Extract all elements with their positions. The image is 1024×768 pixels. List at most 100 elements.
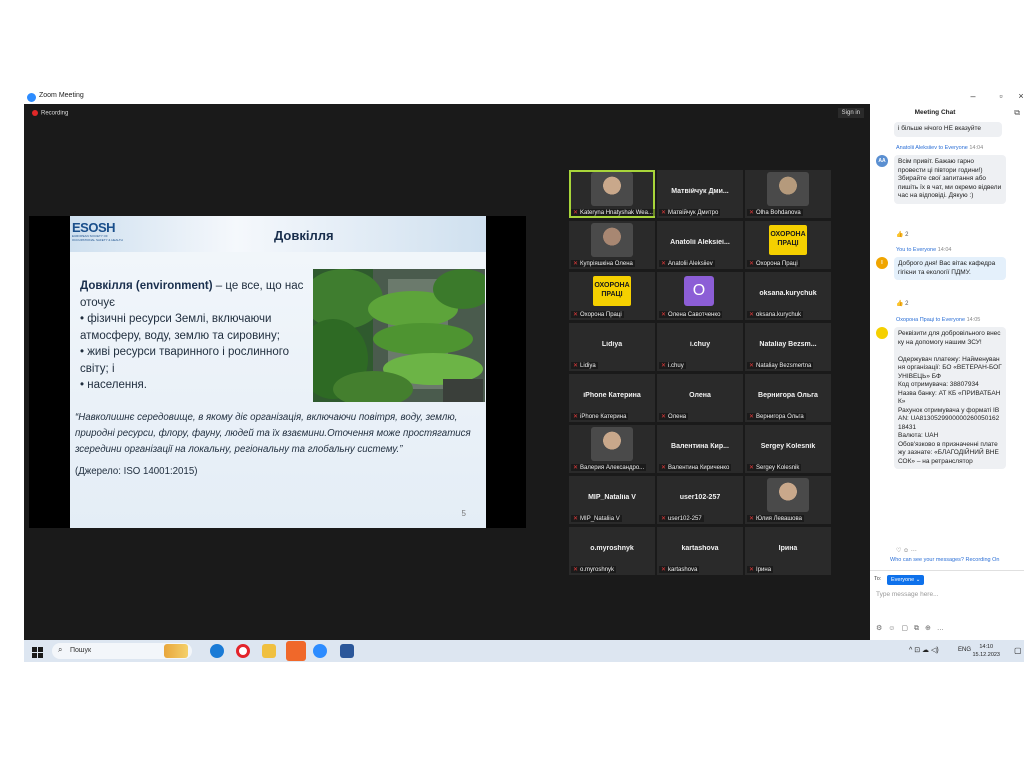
- reaction-count[interactable]: 👍 2: [896, 231, 908, 238]
- recipient-select[interactable]: Everyone ⌄: [887, 575, 925, 585]
- participant-avatar: O: [684, 276, 714, 306]
- participant-name: kartashova: [681, 545, 719, 552]
- maximize-icon[interactable]: ▫: [994, 91, 1008, 101]
- recording-indicator[interactable]: Recording: [32, 110, 68, 117]
- participant-name: user102-257: [679, 494, 721, 501]
- participant-tile[interactable]: i.chuy ✕ i.chuy: [657, 323, 743, 371]
- ohorona-avatar-icon: [876, 327, 888, 339]
- participant-tile[interactable]: Nataliay Bezsm... ✕ Nataliay Bezsmertna: [745, 323, 831, 371]
- participant-name: Вернигора Ольга: [758, 392, 818, 399]
- popout-icon[interactable]: ⧉: [1014, 108, 1020, 118]
- chat-message: Доброго дня! Вас вітає кафедра гігієни т…: [894, 257, 1006, 280]
- participant-label: ✕ i.chuy: [659, 362, 686, 369]
- message-meta: Охорона Праці to Everyone 14:05: [896, 317, 981, 323]
- participant-tile[interactable]: oksana.kurychuk ✕ oksana.kurychuk: [745, 272, 831, 320]
- reaction-count[interactable]: 👍 2: [896, 300, 908, 307]
- edge-icon[interactable]: [210, 644, 224, 658]
- word-icon[interactable]: [340, 644, 354, 658]
- mic-muted-icon: ✕: [749, 312, 755, 318]
- participant-tile[interactable]: ОХОРОНА ПРАЦІ ✕ Охорона Праці: [745, 221, 831, 269]
- opera-icon[interactable]: [236, 644, 250, 658]
- mic-muted-icon: ✕: [661, 312, 667, 318]
- participant-tile[interactable]: Anatolii Aleksiei... ✕ Anatolii Aleksiiev: [657, 221, 743, 269]
- participant-tile[interactable]: Валентина Кир... ✕ Валентина Кириченко: [657, 425, 743, 473]
- participant-tile[interactable]: Олена ✕ Олена: [657, 374, 743, 422]
- participant-label: ✕ Anatolii Aleksiiev: [659, 260, 715, 267]
- participant-label: ✕ Ірина: [747, 566, 774, 573]
- participant-label: ✕ Olha Bohdanova: [747, 209, 803, 216]
- chat-message-prev: і більше нічого НЕ вказуйте: [894, 122, 1002, 137]
- ohorona-logo: ОХОРОНА ПРАЦІ: [593, 276, 631, 306]
- participant-label: ✕ o.myroshnyk: [571, 566, 617, 573]
- participant-tile[interactable]: Матвійчук Дми... ✕ Матвійчук Дмитро: [657, 170, 743, 218]
- bullet: • населення.: [80, 379, 147, 391]
- participant-tile[interactable]: user102-257 ✕ user102-257: [657, 476, 743, 524]
- participant-name: Nataliay Bezsm...: [759, 341, 817, 348]
- participant-label: ✕ Kateryna Hnatyshak Wea...: [571, 209, 655, 216]
- message-input[interactable]: Type message here...: [876, 591, 939, 598]
- widget-icon[interactable]: [164, 644, 188, 658]
- participant-tile[interactable]: O ✕ Олена Савотченко: [657, 272, 743, 320]
- participant-tile[interactable]: Sergey Kolesnik ✕ Sergey Kolesnik: [745, 425, 831, 473]
- chrome-icon[interactable]: [286, 641, 306, 661]
- mic-muted-icon: ✕: [661, 516, 667, 522]
- participant-label: ✕ MIP_Nataliia V: [571, 515, 622, 522]
- slide-quote: “Навколишнє середовище, в якому діє орга…: [75, 412, 471, 455]
- language-indicator[interactable]: ENG: [958, 647, 971, 653]
- participant-name: o.myroshnyk: [590, 545, 634, 552]
- mic-muted-icon: ✕: [661, 261, 667, 267]
- visibility-notice[interactable]: Who can see your messages? Recording On: [890, 557, 999, 563]
- participant-tile[interactable]: Вернигора Ольга ✕ Вернигора Ольга: [745, 374, 831, 422]
- slide-page-number: 5: [461, 509, 466, 518]
- participant-tile[interactable]: ✕ Olha Bohdanova: [745, 170, 831, 218]
- close-icon[interactable]: ×: [1014, 91, 1024, 101]
- participant-label: ✕ kartashova: [659, 566, 700, 573]
- mic-muted-icon: ✕: [573, 414, 579, 420]
- participant-tile[interactable]: iPhone Катерина ✕ iPhone Катерина: [569, 374, 655, 422]
- tray-icons[interactable]: ^ ⊡ ☁ ◁): [909, 646, 939, 654]
- participant-label: ✕ Вернигора Ольга: [747, 413, 806, 420]
- participant-label: ✕ Матвійчук Дмитро: [659, 209, 721, 216]
- windows-start-icon[interactable]: [32, 645, 43, 658]
- meeting-area: Recording Sign in ESOSH EUROPEAN SOCIETY…: [24, 104, 870, 640]
- participant-label: ✕ Охорона Праці: [747, 260, 800, 267]
- participant-tile[interactable]: ✕ Купріяшкіна Олена: [569, 221, 655, 269]
- participant-name: i.chuy: [689, 341, 711, 348]
- mic-muted-icon: ✕: [749, 567, 755, 573]
- chat-toolbar-icons[interactable]: ⚙☺▢⧉⊕…: [876, 624, 950, 633]
- participant-name: Олена: [689, 392, 711, 399]
- file-explorer-icon[interactable]: [262, 644, 276, 658]
- participant-tile[interactable]: ✕ Kateryna Hnatyshak Wea...: [569, 170, 655, 218]
- participant-tile[interactable]: o.myroshnyk ✕ o.myroshnyk: [569, 527, 655, 575]
- participant-name: oksana.kurychuk: [759, 290, 817, 297]
- chat-input-area: To: Everyone ⌄ Type message here... ⚙☺▢⧉…: [870, 570, 1024, 640]
- participant-name: Ірина: [778, 545, 798, 552]
- participant-tile[interactable]: MIP_Nataliia V ✕ MIP_Nataliia V: [569, 476, 655, 524]
- message-meta: You to Everyone 14:04: [896, 247, 952, 253]
- participant-name: Матвійчук Дми...: [671, 188, 729, 195]
- participant-tile[interactable]: kartashova ✕ kartashova: [657, 527, 743, 575]
- chat-panel: Meeting Chat ⧉ і більше нічого НЕ вказуй…: [870, 104, 1024, 640]
- search-icon: ⌕: [58, 645, 63, 654]
- participant-name: Anatolii Aleksiei...: [670, 239, 730, 246]
- participant-tile[interactable]: ✕ Валерия Александро...: [569, 425, 655, 473]
- ohorona-logo: ОХОРОНА ПРАЦІ: [769, 225, 807, 255]
- chat-message: Всім привіт. Бажаю гарно провести ці пів…: [894, 155, 1006, 204]
- chat-message: Реквізити для добровільного внеску на до…: [894, 327, 1006, 469]
- participant-label: ✕ oksana.kurychuk: [747, 311, 804, 318]
- reaction-icons[interactable]: ♡ ☺ ···: [896, 547, 917, 554]
- participant-tile[interactable]: ✕ Юлия Левашова: [745, 476, 831, 524]
- participant-tile[interactable]: Lidiya ✕ Lidiya: [569, 323, 655, 371]
- zoom-icon[interactable]: [313, 644, 327, 658]
- slide-title: Довкілля: [274, 228, 334, 243]
- participant-tile[interactable]: Ірина ✕ Ірина: [745, 527, 831, 575]
- participant-label: ✕ Олена Савотченко: [659, 311, 723, 318]
- participant-tile[interactable]: ОХОРОНА ПРАЦІ ✕ Охорона Праці: [569, 272, 655, 320]
- mic-muted-icon: ✕: [573, 312, 579, 318]
- clock[interactable]: 14:10 15.12.2023: [972, 643, 1000, 659]
- participant-name: Валентина Кир...: [671, 443, 729, 450]
- notification-icon[interactable]: ▢: [1014, 646, 1022, 655]
- mic-muted-icon: ✕: [573, 261, 579, 267]
- sign-in-button[interactable]: Sign in: [837, 108, 864, 118]
- minimize-icon[interactable]: –: [966, 91, 980, 101]
